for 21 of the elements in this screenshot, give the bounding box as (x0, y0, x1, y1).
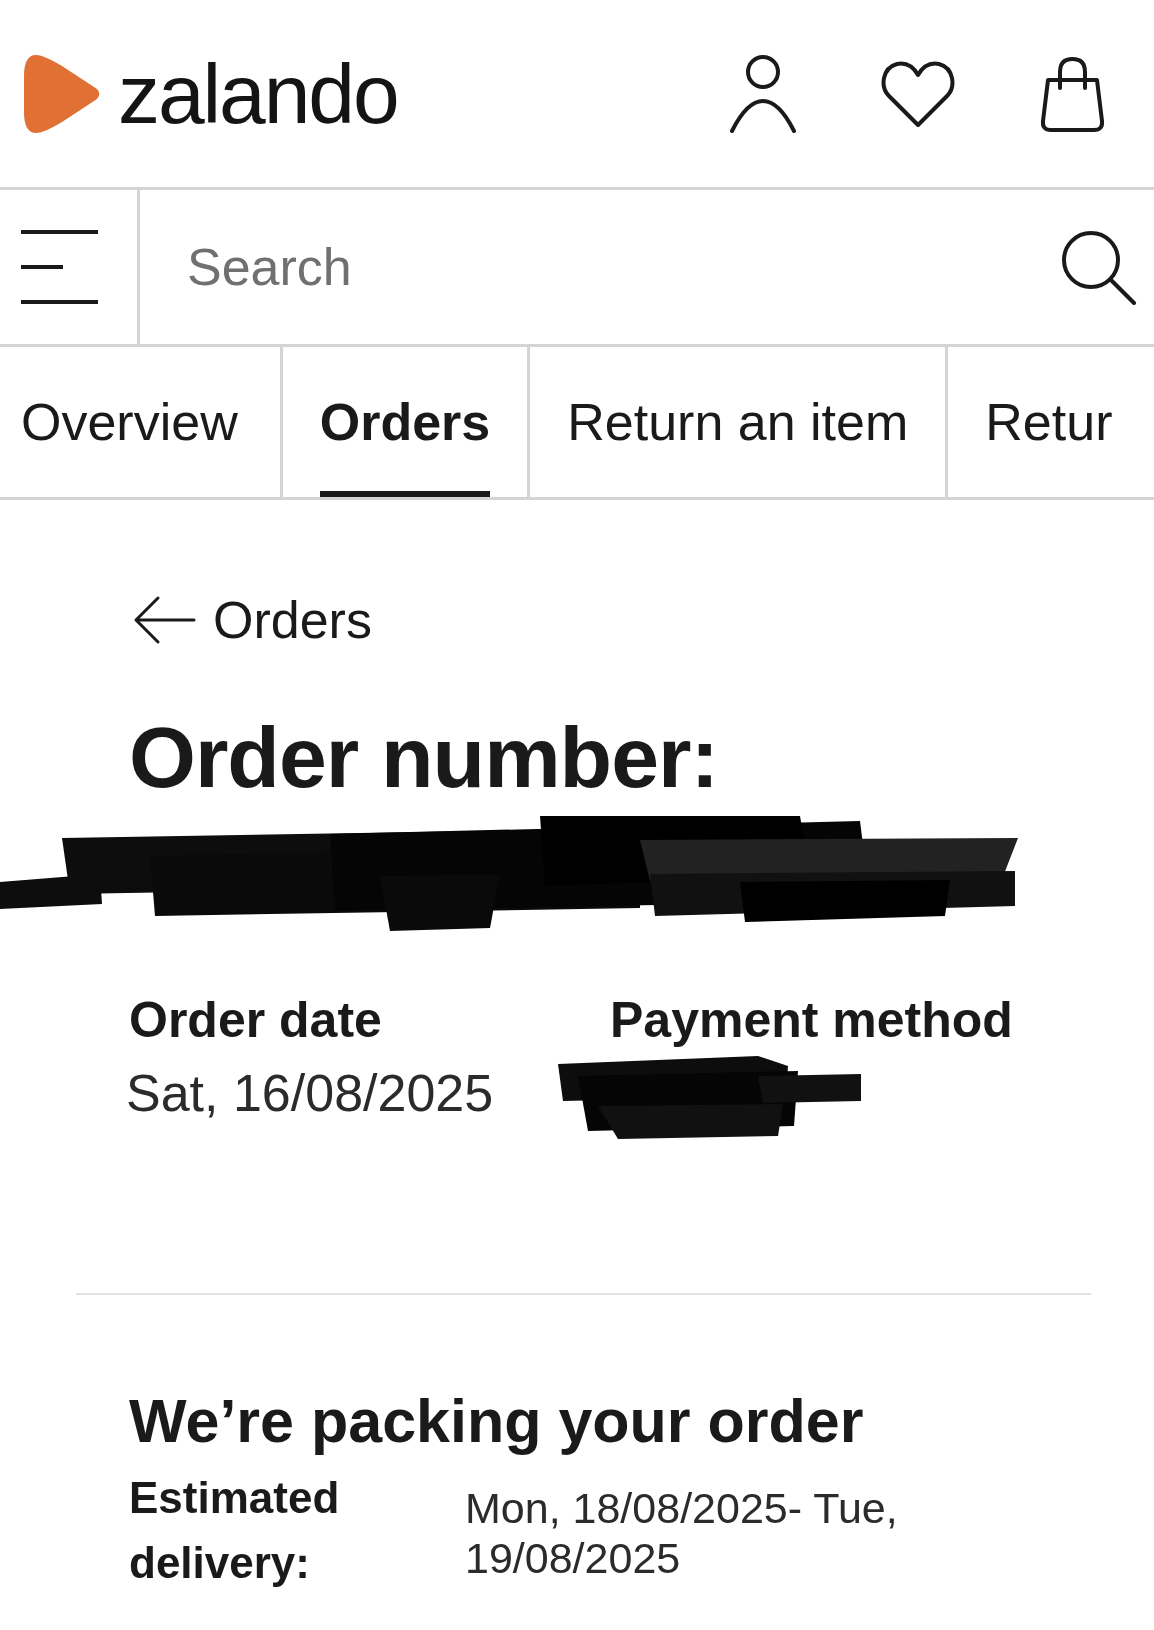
search-field[interactable]: Search (140, 190, 1061, 344)
detail-label: Order date (129, 991, 382, 1050)
shopping-bag-icon[interactable] (1040, 55, 1105, 132)
delivery-label: Estimated delivery: (129, 1472, 341, 1589)
order-number-heading: Order number: (129, 714, 719, 800)
shipment-status-heading: We’re packing your order (129, 1386, 864, 1457)
back-link[interactable]: Orders (133, 590, 372, 650)
menu-icon[interactable] (21, 230, 98, 304)
detail-value: Sat, 16/08/2025 (126, 1063, 494, 1123)
logo-text: zalando (118, 51, 398, 136)
delivery-date-range: Mon, 18/08/2025- Tue, 19/08/2025 (465, 1483, 899, 1583)
nav-tab[interactable]: Retur (948, 347, 1150, 497)
detail-label: Payment method (610, 991, 1013, 1050)
nav-tab[interactable]: Overview (0, 347, 283, 497)
logo-mark-icon (24, 53, 100, 134)
nav-tab[interactable]: Orders (282, 347, 531, 497)
search-icon[interactable] (1061, 229, 1137, 305)
heart-icon[interactable] (880, 59, 956, 128)
person-icon[interactable] (730, 54, 796, 133)
nav-tab[interactable]: Return an item (530, 347, 949, 497)
back-arrow-icon (133, 595, 196, 645)
